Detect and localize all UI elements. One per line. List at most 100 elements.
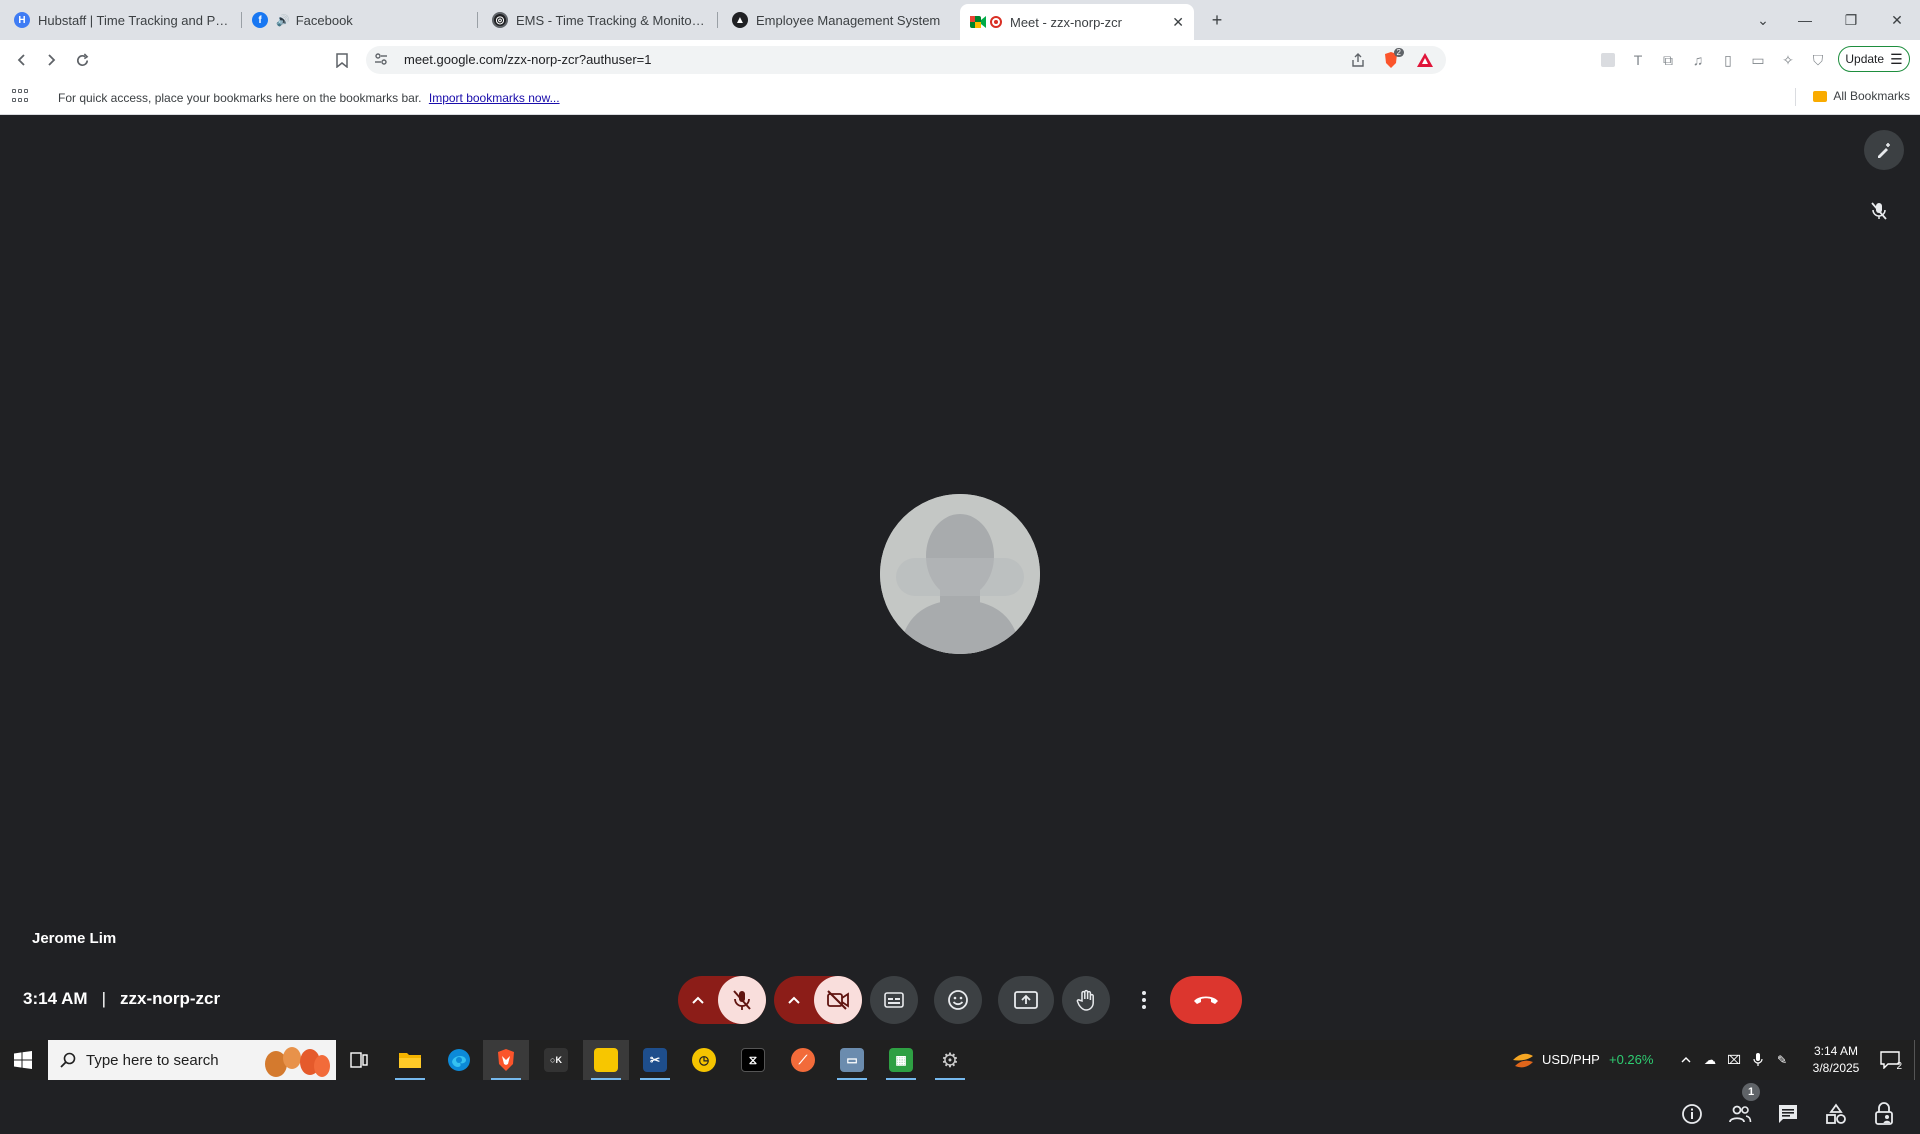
sticky-notes-icon[interactable] — [583, 1040, 629, 1080]
host-controls-button[interactable] — [1866, 1094, 1902, 1134]
recording-icon — [990, 16, 1002, 28]
browser-tab-strip: H Hubstaff | Time Tracking and Productiv… — [0, 0, 1920, 40]
ems-icon: ◎ — [492, 12, 508, 28]
close-window-icon[interactable]: ✕ — [1874, 0, 1920, 40]
pen-icon[interactable]: ✎ — [1772, 1050, 1792, 1070]
battery-plug-icon[interactable]: ⌧ — [1724, 1050, 1744, 1070]
activities-button[interactable] — [1818, 1094, 1854, 1134]
sidebar-icon[interactable]: ▯ — [1718, 50, 1738, 70]
participant-avatar — [880, 494, 1040, 654]
participant-name: Jerome Lim — [32, 930, 117, 947]
show-desktop-button[interactable] — [1914, 1040, 1920, 1080]
tab-facebook[interactable]: f 🔊 Facebook — [242, 4, 478, 36]
tab-search-icon[interactable]: ⌄ — [1740, 0, 1786, 40]
sheets-app-icon[interactable]: ▦ — [878, 1040, 924, 1080]
emoji-icon — [948, 990, 968, 1010]
tab-ems-time-tracking[interactable]: ◎ EMS - Time Tracking & Monitoring — [482, 4, 718, 36]
mic-control-group — [678, 976, 766, 1024]
shield-count-badge: 2 — [1393, 48, 1404, 57]
folder-icon — [1813, 90, 1828, 102]
minimize-icon[interactable]: — — [1782, 0, 1828, 40]
slack-alt-icon[interactable]: ⟋ — [780, 1040, 826, 1080]
tab-label: EMS - Time Tracking & Monitoring — [516, 12, 708, 28]
all-bookmarks-button[interactable]: All Bookmarks — [1813, 89, 1910, 103]
tab-label: Hubstaff | Time Tracking and Productivit… — [38, 12, 232, 28]
hang-up-icon — [1194, 996, 1218, 1004]
site-settings-icon[interactable] — [374, 52, 390, 68]
taskbar-search-input[interactable]: Type here to search — [48, 1040, 336, 1080]
capcut-icon[interactable]: ⧖ — [730, 1040, 776, 1080]
bookmarks-bar: For quick access, place your bookmarks h… — [0, 80, 1920, 115]
notification-count: 2 — [1896, 1061, 1902, 1072]
microphone-icon[interactable] — [1748, 1050, 1768, 1070]
audio-settings-chevron-icon[interactable] — [678, 976, 718, 1024]
import-bookmarks-link[interactable]: Import bookmarks now... — [429, 91, 560, 105]
unmute-mic-button[interactable] — [718, 976, 766, 1024]
bookmark-icon[interactable] — [330, 48, 354, 72]
reactions-button[interactable] — [934, 976, 982, 1024]
vpn-icon[interactable]: ⛉ — [1808, 50, 1828, 70]
search-placeholder: Type here to search — [86, 1051, 219, 1069]
leo-ai-icon[interactable]: ✧ — [1778, 50, 1798, 70]
notifications-icon[interactable]: 2 — [1878, 1050, 1902, 1072]
camera-off-icon — [827, 990, 849, 1010]
share-icon[interactable] — [1349, 51, 1367, 69]
raise-hand-button[interactable] — [1062, 976, 1110, 1024]
terminal-app-icon[interactable]: ○K — [533, 1040, 579, 1080]
update-button[interactable]: Update ☰ — [1838, 46, 1910, 72]
snipping-tool-icon[interactable]: ✂ — [632, 1040, 678, 1080]
annotate-icon[interactable] — [1864, 130, 1904, 170]
meeting-details-button[interactable] — [1674, 1094, 1710, 1134]
close-tab-icon[interactable]: ✕ — [1164, 14, 1184, 31]
turn-on-camera-button[interactable] — [814, 976, 862, 1024]
edge-icon[interactable] — [436, 1040, 482, 1080]
apps-grid-icon[interactable] — [12, 89, 28, 105]
media-icon[interactable]: ♫ — [1688, 50, 1708, 70]
time-tracker-icon[interactable]: ◷ — [681, 1040, 727, 1080]
currency-ticker-icon[interactable] — [1510, 1050, 1536, 1070]
settings-icon[interactable]: ⚙ — [927, 1040, 973, 1080]
new-tab-button[interactable]: + — [1205, 8, 1229, 32]
system-clock[interactable]: 3:14 AM 3/8/2025 — [1806, 1043, 1866, 1077]
chat-button[interactable] — [1770, 1094, 1806, 1134]
brave-browser-icon[interactable] — [483, 1040, 529, 1080]
show-hidden-icons-chevron-icon[interactable] — [1676, 1050, 1696, 1070]
reload-icon[interactable] — [70, 48, 94, 72]
tab-google-meet[interactable]: Meet - zzx-norp-zcr ✕ — [960, 4, 1194, 40]
divider: | — [101, 989, 106, 1008]
address-bar[interactable]: meet.google.com/zzx-norp-zcr?authuser=1 … — [366, 46, 1446, 74]
brave-shields-icon[interactable]: 2 — [1382, 48, 1404, 69]
task-view-icon[interactable] — [336, 1040, 382, 1080]
tab-label: Employee Management System — [756, 12, 941, 28]
forward-icon[interactable] — [39, 48, 63, 72]
back-icon[interactable] — [10, 48, 34, 72]
more-options-button[interactable] — [1126, 976, 1162, 1024]
text-extension-icon[interactable]: T — [1628, 50, 1648, 70]
wallet-icon[interactable]: ▭ — [1748, 50, 1768, 70]
present-screen-button[interactable] — [998, 976, 1054, 1024]
chat-icon — [1779, 1105, 1797, 1123]
leave-call-button[interactable] — [1170, 976, 1242, 1024]
people-icon — [1729, 1105, 1752, 1123]
brave-rewards-icon[interactable] — [1416, 51, 1434, 69]
video-settings-chevron-icon[interactable] — [774, 976, 814, 1024]
windows-start-icon[interactable] — [0, 1040, 46, 1080]
more-vert-icon — [1142, 991, 1146, 1009]
puzzle-icon[interactable]: ⧉ — [1658, 50, 1678, 70]
windows-taskbar: Type here to search ○K ✂ ◷ ⧖ ⟋ ▭ ▦ ⚙ USD… — [0, 1040, 1920, 1080]
search-highlight-icon — [254, 1042, 334, 1078]
participant-muted-icon — [1859, 191, 1899, 231]
tab-hubstaff[interactable]: H Hubstaff | Time Tracking and Productiv… — [4, 4, 242, 36]
restore-icon[interactable]: ❐ — [1828, 0, 1874, 40]
onedrive-icon[interactable]: ☁ — [1700, 1050, 1720, 1070]
present-icon — [1014, 991, 1038, 1009]
captions-button[interactable] — [870, 976, 918, 1024]
info-icon — [1682, 1104, 1702, 1124]
ticker-change: +0.26% — [1609, 1052, 1654, 1067]
file-explorer-icon[interactable] — [387, 1040, 433, 1080]
extension-placeholder-icon[interactable] — [1598, 50, 1618, 70]
remote-desktop-icon[interactable]: ▭ — [829, 1040, 875, 1080]
bookmarks-hint: For quick access, place your bookmarks h… — [58, 91, 560, 105]
search-icon — [60, 1052, 76, 1068]
tab-employee-management[interactable]: ▲ Employee Management System — [722, 4, 958, 36]
